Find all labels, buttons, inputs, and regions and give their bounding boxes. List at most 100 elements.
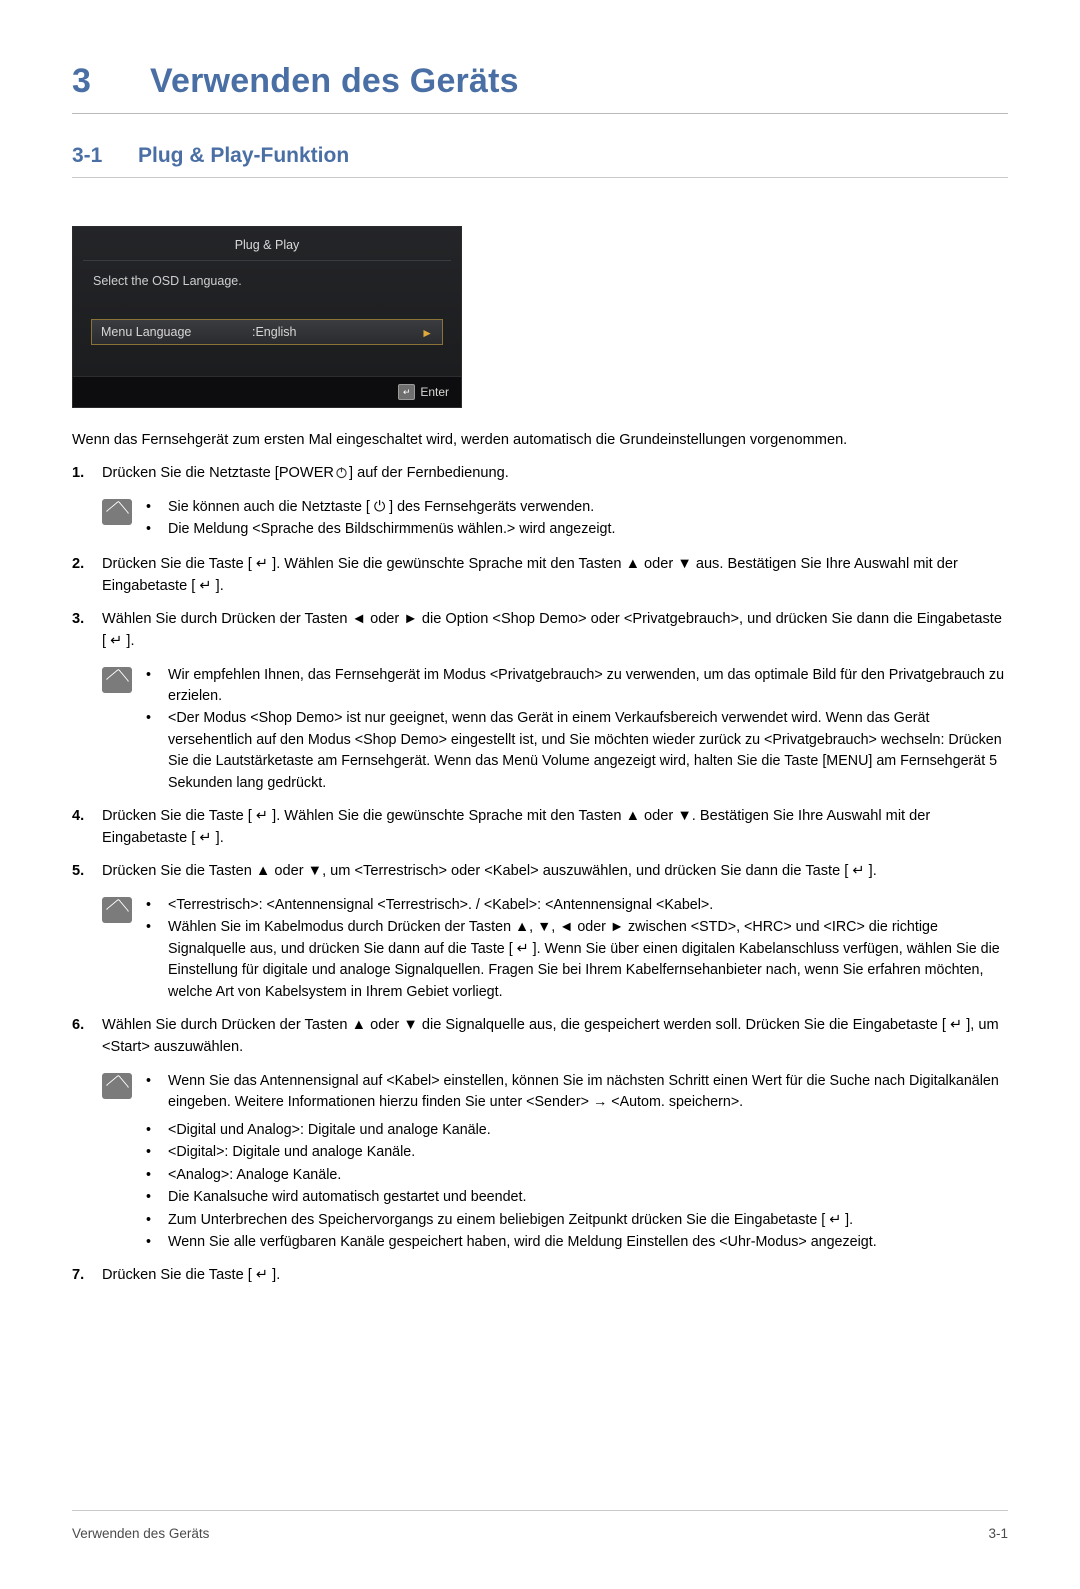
chapter-title: Verwenden des Geräts [150,62,519,100]
bullet-dot-icon: • [146,499,152,516]
step-6-text: Wählen Sie durch Drücken der Tasten ▲ od… [102,1017,999,1055]
plain-bullet-4-text: Die Kanalsuche wird automatisch gestarte… [168,1189,527,1206]
note-4-bullet-1-text: Wenn Sie das Antennensignal auf <Kabel> … [168,1072,999,1111]
osd-title-divider [83,260,451,261]
section-title: Plug & Play-Funktion [138,144,350,167]
intro-paragraph: Wenn das Fernsehgerät zum ersten Mal ein… [72,432,848,448]
plain-bullet-6: • Wenn Sie alle verfügbaren Kanäle gespe… [146,1232,1008,1253]
plain-bullet-2: • <Digital>: Digitale und analoge Kanäle… [146,1142,1008,1163]
note-icon-1 [102,497,146,543]
note-pencil-icon [102,499,132,526]
chapter-heading: 3 Verwenden des Geräts [72,62,1008,101]
step-3: 3. Wählen Sie durch Drücken der Tasten ◄… [72,609,1008,653]
footer-left-text: Verwenden des Geräts [72,1526,210,1541]
chapter-divider [72,113,1008,114]
osd-enter-hint: ↵ Enter [398,384,449,400]
note-pencil-icon [102,896,132,923]
note-3-bullet-2-text: Wählen Sie im Kabelmodus durch Drücken d… [168,919,1000,1000]
step-7-text: Drücken Sie die Taste [ ↵ ]. [102,1266,281,1283]
note-1-bullet-2: • Die Meldung <Sprache des Bildschirmmen… [146,519,1008,540]
osd-menu-language-value: :English [252,325,297,339]
note-box-2: • Wir empfehlen Ihnen, das Fernsehgerät … [102,665,1008,796]
page-footer: Verwenden des Geräts 3-1 [72,1526,1008,1541]
note-4-bullet-1: • Wenn Sie das Antennensignal auf <Kabel… [146,1071,1008,1114]
steps-list: 1. Drücken Sie die Netztaste [POWER ] auf… [72,463,1008,1286]
bullet-dot-icon: • [146,896,152,913]
plain-bullet-5-text: Zum Unterbrechen des Speichervorgangs zu… [168,1211,854,1228]
note-2-bullet-2-text: <Der Modus <Shop Demo> ist nur geeignet,… [168,710,1002,791]
note-4-bullets: • Wenn Sie das Antennensignal auf <Kabel… [146,1071,1008,1117]
chevron-right-icon: ► [421,326,433,340]
bullet-dot-icon: • [146,1211,152,1228]
bullet-dot-icon: • [146,710,152,727]
bullet-dot-icon: • [146,919,152,936]
osd-subtitle: Select the OSD Language. [93,274,242,288]
step-1-text-after: ] auf der Fernbedienung. [348,465,509,482]
bullet-dot-icon: • [146,666,152,683]
note-icon-2 [102,665,146,796]
note-icon-4 [102,1071,146,1117]
osd-menu-language-label: Menu Language [101,325,192,339]
section-number: 3-1 [72,144,103,167]
step-7-number: 7. [72,1266,85,1283]
plain-bullet-3: • <Analog>: Analoge Kanäle. [146,1165,1008,1186]
step-4: 4. Drücken Sie die Taste [ ↵ ]. Wählen S… [72,806,1008,850]
note-box-1: • Sie können auch die Netztaste [ ⏻ ] de… [102,497,1008,543]
bullet-dot-icon: • [146,1072,152,1089]
step-5-text: Drücken Sie die Tasten ▲ oder ▼, um <Ter… [102,863,877,880]
plain-bullet-1-text: <Digital und Analog>: Digitale und analo… [168,1121,491,1138]
osd-menu-language-row: Menu Language :English ► [91,319,443,345]
bullet-dot-icon: • [146,1144,152,1161]
plain-bullet-3-text: <Analog>: Analoge Kanäle. [168,1166,342,1183]
note-3-bullet-2: • Wählen Sie im Kabelmodus durch Drücken… [146,917,1008,1003]
bullet-dot-icon: • [146,1121,152,1138]
note-box-3: • <Terrestrisch>: <Antennensignal <Terre… [102,895,1008,1004]
plain-bullet-1: • <Digital und Analog>: Digitale und ana… [146,1120,1008,1141]
step-1-text: Drücken Sie die Netztaste [POWER ] auf de… [102,463,1008,485]
section-heading: 3-1 Plug & Play-Funktion [72,144,1008,168]
step-5: 5. Drücken Sie die Tasten ▲ oder ▼, um <… [72,861,1008,883]
plain-bullet-4: • Die Kanalsuche wird automatisch gestar… [146,1187,1008,1208]
power-icon [335,465,348,479]
section-divider [72,177,1008,178]
osd-enter-label: Enter [420,385,449,399]
step-6-number: 6. [72,1017,85,1034]
plain-bullet-6-text: Wenn Sie alle verfügbaren Kanäle gespeic… [168,1234,877,1251]
step-2-number: 2. [72,556,85,573]
bullet-dot-icon: • [146,1166,152,1183]
bullet-dot-icon: • [146,1234,152,1251]
note-2-bullet-1-text: Wir empfehlen Ihnen, das Fernsehgerät im… [168,666,1005,705]
step-6: 6. Wählen Sie durch Drücken der Tasten ▲… [72,1015,1008,1059]
note-box-4: • Wenn Sie das Antennensignal auf <Kabel… [102,1071,1008,1117]
step-3-text: Wählen Sie durch Drücken der Tasten ◄ od… [102,610,1002,649]
plain-bullet-2-text: <Digital>: Digitale und analoge Kanäle. [168,1144,416,1161]
note-2-bullets: • Wir empfehlen Ihnen, das Fernsehgerät … [146,665,1008,796]
bullet-dot-icon: • [146,1189,152,1206]
note-2-bullet-1: • Wir empfehlen Ihnen, das Fernsehgerät … [146,665,1008,708]
note-3-bullet-1: • <Terrestrisch>: <Antennensignal <Terre… [146,895,1008,916]
note-1-bullet-1: • Sie können auch die Netztaste [ ⏻ ] de… [146,497,1008,518]
document-page: 3 Verwenden des Geräts 3-1 Plug & Play-F… [0,62,1080,1589]
step-1-number: 1. [72,465,85,482]
footer-divider [72,1510,1008,1511]
plain-bullet-list: • <Digital und Analog>: Digitale und ana… [146,1120,1008,1254]
step-4-number: 4. [72,808,85,825]
step-4-text: Drücken Sie die Taste [ ↵ ]. Wählen Sie … [102,808,931,847]
footer-page-number: 3-1 [988,1526,1008,1541]
note-icon-3 [102,895,146,1004]
step-1: 1. Drücken Sie die Netztaste [POWER ] auf… [72,463,1008,485]
note-1-bullet-2-text: Die Meldung <Sprache des Bildschirmmenüs… [168,521,616,538]
note-2-bullet-2: • <Der Modus <Shop Demo> ist nur geeigne… [146,708,1008,794]
osd-screenshot-figure: Plug & Play Select the OSD Language. Men… [72,226,462,408]
bullet-dot-icon: • [146,521,152,538]
note-1-bullets: • Sie können auch die Netztaste [ ⏻ ] de… [146,497,1008,543]
step-5-number: 5. [72,863,85,880]
chapter-number: 3 [72,62,92,100]
step-2-text: Drücken Sie die Taste [ ↵ ]. Wählen Sie … [102,556,958,594]
osd-title: Plug & Play [234,238,300,252]
step-1-text-before: Drücken Sie die Netztaste [POWER [102,465,334,482]
note-pencil-icon [102,666,132,693]
step-3-number: 3. [72,610,85,627]
step-2: 2. Drücken Sie die Taste [ ↵ ]. Wählen S… [72,554,1008,598]
note-3-bullet-1-text: <Terrestrisch>: <Antennensignal <Terrest… [168,896,714,913]
